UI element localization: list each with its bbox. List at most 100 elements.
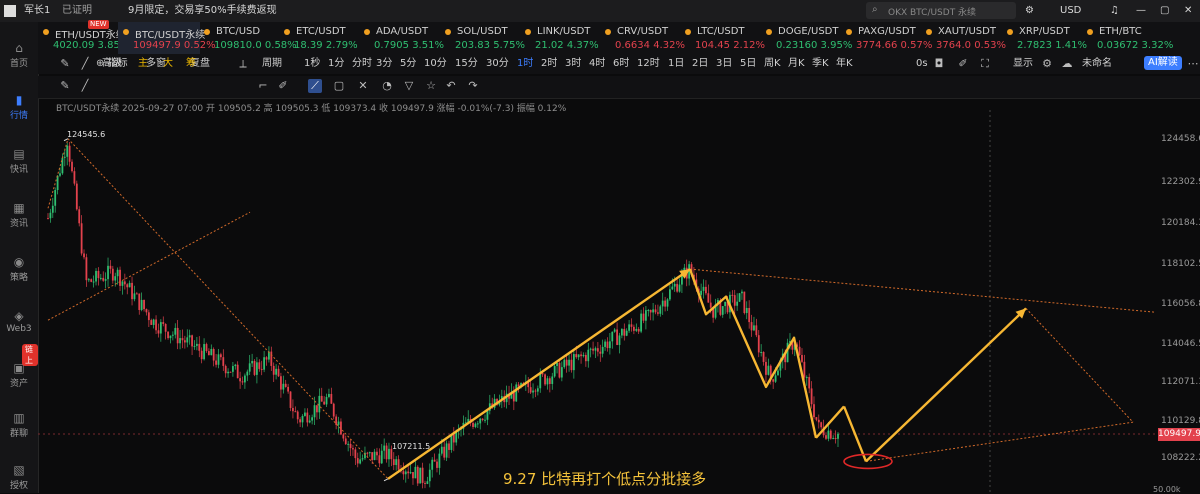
candle-body [234,364,237,367]
advanced-label[interactable]: 高级 [102,57,122,71]
crop-icon[interactable]: ⌐ [256,79,270,93]
minimize-icon[interactable]: — [1136,3,1146,19]
search-box[interactable]: ⌕ OKX BTC/USDT 永续 [866,2,1016,19]
ticker-item[interactable]: ETH/BTC 0.03672 3.32% [1082,22,1173,54]
candle-body [412,472,414,479]
candle-body [611,331,614,342]
candlestick-chart[interactable] [38,110,1158,493]
line-tool-icon[interactable]: ╱ [78,57,92,71]
ticker-item[interactable]: XAUT/USDT 3764.0 0.53% [921,22,1006,54]
candle-body [829,430,832,439]
interval-button[interactable]: 1时 [517,57,533,71]
interval-button[interactable]: 分时 [352,57,372,71]
main-label[interactable]: 主 [138,57,148,71]
candle-body [231,366,234,372]
candle-body [599,351,602,354]
sidebar-item-assets[interactable]: ▣ 资产 [0,362,38,389]
camera-icon[interactable]: ◘ [932,57,946,71]
interval-button[interactable]: 12时 [637,57,660,71]
seconds-label[interactable]: 0s [916,57,928,71]
drawing-toolbar: ✎ ╱ ⌐ ✐ ⟋ ▢ ✕ ◔ ▽ ☆ ↶ ↷ [38,76,1200,99]
interval-button[interactable]: 月K [788,57,805,71]
interval-button[interactable]: 1日 [668,57,684,71]
more-icon[interactable]: ⋯ [1186,57,1200,71]
candle-body [246,371,249,376]
candle-body [87,279,90,281]
sidebar-item-auth[interactable]: ▧ 授权 [0,464,38,491]
close-icon[interactable]: ✕ [1184,3,1192,19]
filter-icon[interactable]: ▽ [402,79,416,93]
chips-label[interactable]: 筹 [186,57,196,71]
interval-button[interactable]: 1分 [328,57,344,71]
sidebar-item-home[interactable]: ⌂ 首页 [0,42,38,69]
big-label[interactable]: 大 [163,57,173,71]
ruler-tool-icon[interactable]: ╱ [78,79,92,93]
ticker-item[interactable]: BTC/USD 109810.0 0.58% [199,22,297,54]
interval-button[interactable]: 3分 [376,57,392,71]
interval-button[interactable]: 4时 [589,57,605,71]
ticker-item[interactable]: XRP/USDT 2.7823 1.41% [1002,22,1087,54]
notification-icon[interactable]: ♫ [1110,3,1119,19]
ticker-item[interactable]: DOGE/USDT 0.23160 3.95% [761,22,852,54]
interval-button[interactable]: 2日 [692,57,708,71]
ticker-item[interactable]: ETC/USDT 18.39 2.79% [279,22,361,54]
interval-button[interactable]: 15分 [455,57,478,71]
search-input[interactable]: OKX BTC/USDT 永续 [888,5,976,18]
ticker-item[interactable]: LTC/USDT 104.45 2.12% [680,22,765,54]
interval-button[interactable]: 6时 [613,57,629,71]
sidebar-item-flash[interactable]: ▤ 快讯 [0,148,38,175]
pencil-tool-icon[interactable]: ✎ [58,79,72,93]
interval-button[interactable]: 年K [836,57,853,71]
candle-body [349,443,352,449]
ticker-item[interactable]: PAXG/USDT 3774.66 0.57% [841,22,932,54]
fullscreen-icon[interactable]: ⛶ [978,57,992,71]
user-name[interactable]: 军长1 [24,3,50,19]
ticker-item[interactable]: LINK/USDT 21.02 4.37% [520,22,602,54]
interval-button[interactable]: 10分 [424,57,447,71]
pattern-icon[interactable]: ⟂ [236,57,250,71]
ticker-item[interactable]: ADA/USDT 0.7905 3.51% [359,22,444,54]
interval-button[interactable]: 周K [764,57,781,71]
sidebar-item-web3[interactable]: ◈ Web3 [0,310,38,334]
interval-button[interactable]: 5分 [400,57,416,71]
unnamed-layout[interactable]: 未命名 [1082,57,1112,71]
star-icon[interactable]: ☆ [424,79,438,93]
interval-button[interactable]: 30分 [486,57,509,71]
settings-icon[interactable]: ⚙ [1025,3,1034,19]
pencil-icon[interactable]: ✎ [58,57,72,71]
brush-icon[interactable]: ✐ [276,79,290,93]
ticker-item[interactable]: BTC/USDT永续 109497.9 0.52% [118,22,216,54]
interval-button[interactable]: 3日 [716,57,732,71]
sidebar-item-chat[interactable]: ▥ 群聊 [0,412,38,439]
candle-body [558,362,561,378]
line-draw-icon[interactable]: ⟋ [308,79,322,93]
interval-button[interactable]: 5日 [740,57,756,71]
interval-button[interactable]: 3时 [565,57,581,71]
interval-button[interactable]: 2时 [541,57,557,71]
sidebar-item-info[interactable]: ▦ 资讯 [0,202,38,229]
currency-select[interactable]: USD [1060,3,1081,19]
maximize-icon[interactable]: ▢ [1160,3,1169,19]
lock-icon[interactable]: ▢ [332,79,346,93]
redo-icon[interactable]: ↷ [466,79,480,93]
undo-icon[interactable]: ↶ [444,79,458,93]
interval-button[interactable]: 1秒 [304,57,320,71]
sidebar-item-strategy[interactable]: ◉ 策略 [0,256,38,283]
ticker-item[interactable]: CRV/USDT 0.6634 4.32% [600,22,685,54]
display-button[interactable]: 显示 [1013,57,1033,71]
sidebar-item-market[interactable]: ▮ 行情 [0,94,38,121]
ai-interpret-button[interactable]: AI解读 [1144,56,1182,70]
ticker-item[interactable]: SOL/USDT 203.83 5.75% [440,22,525,54]
edit-icon[interactable]: ✐ [956,57,970,71]
period-label[interactable]: 周期 [262,57,282,71]
ticker-name: XAUT/USDT [938,26,996,37]
interval-button[interactable]: 季K [812,57,829,71]
candle-body [568,359,570,366]
promo-notice[interactable]: 9月限定，交易享50%手续费返现 [128,3,277,19]
candle-body [236,364,239,379]
cloud-icon[interactable]: ☁ [1060,57,1074,71]
candle-body [275,368,278,375]
eye-icon[interactable]: ◔ [380,79,394,93]
gear-icon[interactable]: ⚙ [1040,57,1054,71]
trash-icon[interactable]: ✕ [356,79,370,93]
